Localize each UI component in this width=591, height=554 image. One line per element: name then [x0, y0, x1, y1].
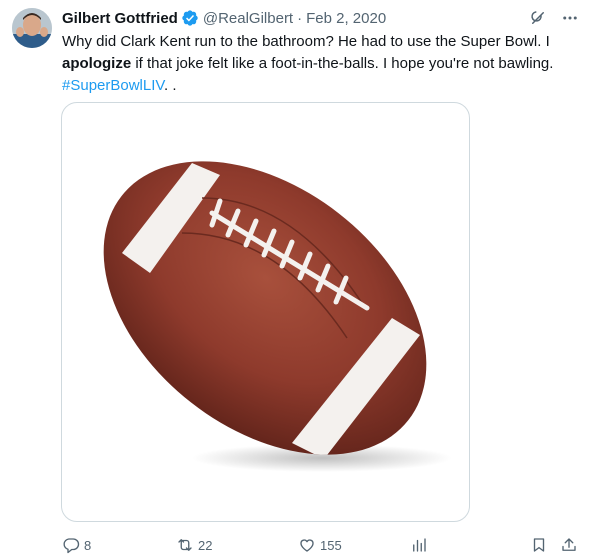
share-icon	[562, 538, 576, 551]
bookmark-button[interactable]	[530, 536, 548, 554]
views-icon	[413, 538, 426, 552]
avatar-image	[12, 8, 52, 48]
author-name[interactable]: Gilbert Gottfried	[62, 10, 178, 27]
reply-count: 8	[84, 537, 92, 553]
like-icon	[300, 539, 314, 552]
avatar[interactable]	[12, 8, 52, 48]
retweet-button[interactable]: 22	[176, 536, 212, 554]
action-bar: 8 22 155	[0, 533, 591, 554]
like-button[interactable]: 155	[298, 536, 342, 554]
reply-icon	[63, 538, 80, 554]
football-image	[103, 161, 452, 472]
tweet-header: Gilbert Gottfried @RealGilbert · Feb 2, …	[62, 8, 386, 28]
more-icon	[563, 16, 577, 20]
tweet-top-actions	[529, 9, 579, 27]
verified-badge-icon	[182, 10, 198, 26]
tweet-text-bold: apologize	[62, 55, 132, 72]
more-button[interactable]	[561, 9, 579, 27]
tweet-text-part2: if that joke felt like a foot-in-the-bal…	[131, 55, 554, 72]
separator-dot: ·	[297, 9, 303, 27]
grok-button[interactable]	[529, 9, 547, 27]
retweet-icon	[178, 539, 192, 551]
share-button[interactable]	[560, 536, 578, 554]
author-handle[interactable]: @RealGilbert	[203, 10, 293, 27]
views-button[interactable]	[410, 536, 432, 554]
hashtag-link[interactable]: #SuperBowlLIV	[62, 77, 164, 94]
tweet-text-part1: Why did Clark Kent run to the bathroom? …	[62, 33, 550, 50]
tweet-media[interactable]	[61, 102, 470, 522]
like-count: 155	[320, 537, 342, 553]
bookmark-icon	[533, 538, 545, 552]
reply-button[interactable]: 8	[62, 536, 91, 554]
tweet-text-end: . .	[164, 77, 177, 94]
tweet-text: Why did Clark Kent run to the bathroom? …	[62, 31, 582, 97]
retweet-count: 22	[198, 537, 213, 553]
tweet-date[interactable]: Feb 2, 2020	[306, 10, 386, 27]
grok-icon	[531, 11, 544, 24]
